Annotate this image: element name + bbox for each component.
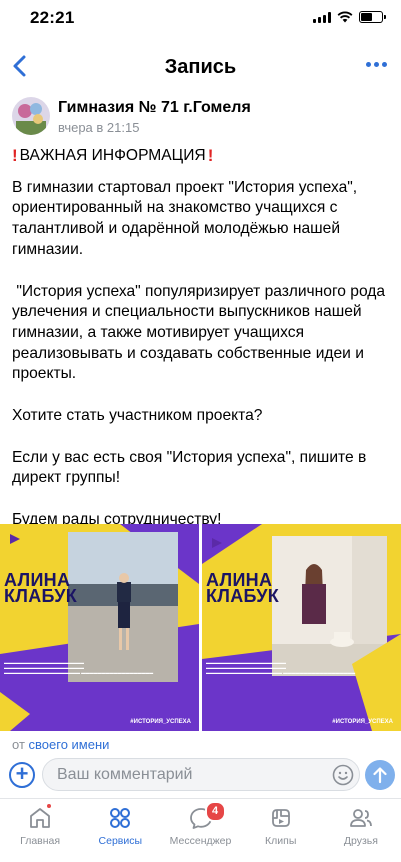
nav-bar: Запись	[0, 44, 401, 88]
post-source: от своего имени	[12, 737, 110, 752]
poster-caption: ▬▬▬▬▬▬▬▬▬▬▬▬▬▬▬▬▬▬▬▬ ▬▬▬▬▬▬▬▬▬▬▬▬▬▬▬▬▬▬▬…	[4, 660, 154, 675]
comment-bar: +	[0, 758, 401, 792]
post-time: вчера в 21:15	[58, 120, 140, 135]
post-photo[interactable]: АЛИНА КЛАБУК ▬▬▬▬▬▬▬▬▬▬▬▬▬▬▬▬▬▬▬▬ ▬▬▬▬▬▬…	[0, 524, 199, 731]
tab-label: Клипы	[265, 835, 297, 847]
emoji-icon[interactable]	[332, 764, 354, 786]
tab-friends[interactable]: Друзья	[321, 799, 401, 862]
battery-icon	[359, 11, 386, 23]
post-heading: ! ВАЖНАЯ ИНФОРМАЦИЯ !	[12, 146, 392, 167]
poster-background	[202, 524, 401, 731]
arrow-up-icon	[373, 767, 387, 784]
unread-badge: 4	[204, 801, 226, 822]
tab-services[interactable]: Сервисы	[80, 799, 160, 862]
post-header: Гимназия № 71 г.Гомеля вчера в 21:15	[12, 97, 392, 141]
tab-label: Сервисы	[98, 835, 143, 847]
services-icon	[110, 808, 131, 828]
avatar[interactable]	[12, 97, 50, 135]
friends-icon	[350, 809, 372, 827]
post-photos: АЛИНА КЛАБУК ▬▬▬▬▬▬▬▬▬▬▬▬▬▬▬▬▬▬▬▬ ▬▬▬▬▬▬…	[0, 524, 401, 731]
triangle-decoration	[10, 534, 20, 544]
tab-messenger[interactable]: 4 Мессенджер	[160, 799, 240, 862]
post-paragraph: Если у вас есть своя "История успеха", п…	[12, 448, 367, 487]
poster-name: АЛИНА КЛАБУК	[4, 570, 78, 606]
status-icons	[313, 11, 386, 23]
poster-caption: ▬▬▬▬▬▬▬▬▬▬▬▬▬▬▬▬▬▬▬▬ ▬▬▬▬▬▬▬▬▬▬▬▬▬▬▬▬▬▬▬…	[206, 660, 356, 675]
signal-icon	[313, 11, 331, 23]
post-paragraph: Хотите стать участником проекта?	[12, 407, 263, 425]
tab-home[interactable]: Главная	[0, 799, 80, 862]
more-icon[interactable]	[366, 62, 387, 67]
poster-background	[0, 524, 199, 731]
poster-hashtag: #ИСТОРИЯ_УСПЕХА	[332, 719, 393, 725]
post-paragraph: В гимназии стартовал проект "История усп…	[12, 178, 358, 258]
add-attachment-button[interactable]: +	[9, 762, 35, 788]
wifi-icon	[337, 11, 353, 23]
post-paragraph: "История успеха" популяризирует различно…	[12, 282, 390, 383]
status-bar: 22:21	[0, 0, 401, 40]
author-name[interactable]: Гимназия № 71 г.Гомеля	[58, 99, 251, 117]
tab-label: Мессенджер	[169, 835, 232, 847]
tab-bar: Главная Сервисы 4 Мессенджер Клипы Друзь…	[0, 798, 401, 862]
exclamation-icon: !	[207, 146, 214, 165]
poster-name: АЛИНА КЛАБУК	[206, 570, 280, 606]
post-photo[interactable]: АЛИНА КЛАБУК ▬▬▬▬▬▬▬▬▬▬▬▬▬▬▬▬▬▬▬▬ ▬▬▬▬▬▬…	[202, 524, 401, 731]
status-time: 22:21	[30, 8, 75, 27]
send-button[interactable]	[365, 760, 395, 790]
heading-text: ВАЖНАЯ ИНФОРМАЦИЯ	[19, 147, 206, 164]
exclamation-icon: !	[12, 146, 18, 165]
poster-hashtag: #ИСТОРИЯ_УСПЕХА	[130, 719, 191, 725]
page-title: Запись	[164, 56, 237, 78]
triangle-decoration	[212, 538, 222, 548]
tab-label: Друзья	[343, 835, 378, 847]
post-text: ! ВАЖНАЯ ИНФОРМАЦИЯ ! В гимназии стартов…	[12, 146, 392, 531]
clips-icon	[271, 809, 290, 827]
comment-input[interactable]	[42, 758, 360, 791]
tab-clips[interactable]: Клипы	[241, 799, 321, 862]
tab-label: Главная	[20, 835, 61, 847]
source-link[interactable]: своего имени	[29, 737, 110, 752]
